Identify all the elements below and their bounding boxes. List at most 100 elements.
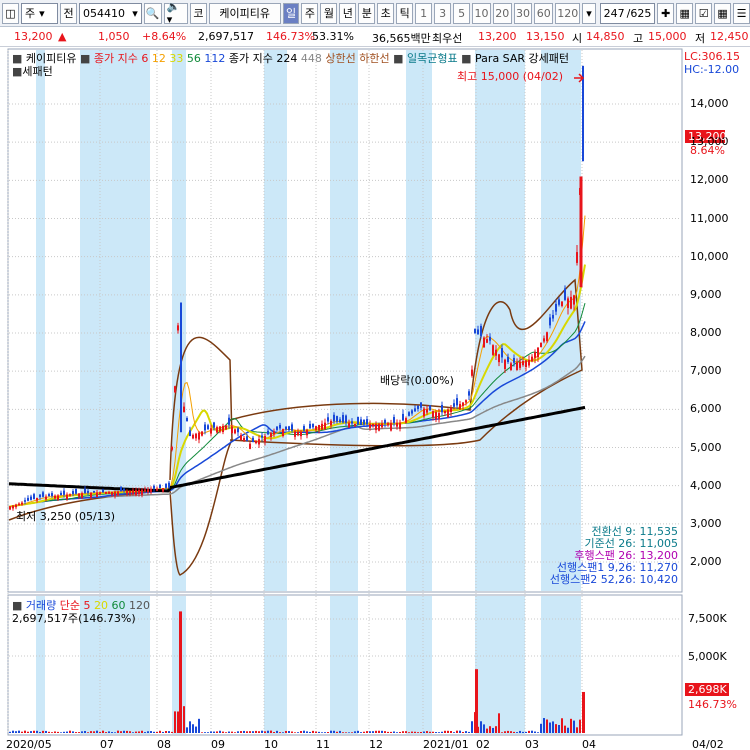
period-year[interactable]: 년 [339, 2, 357, 24]
pattern-band [330, 596, 358, 734]
volume-bar [219, 730, 221, 733]
volume-bar [396, 732, 398, 733]
grid-icon[interactable]: ▦ [714, 2, 732, 24]
price-tick: 11,000 [690, 211, 729, 225]
candle-body [576, 252, 578, 263]
interval-20[interactable]: 20 [492, 2, 512, 24]
candle-body [360, 419, 362, 425]
volume-bar [78, 732, 80, 733]
volume-bar [39, 731, 41, 733]
speaker-icon[interactable]: 🔈▾ [163, 0, 188, 26]
candle-body [228, 417, 230, 425]
volume-bar [516, 732, 518, 733]
interval-3[interactable]: 3 [434, 2, 452, 24]
period-second[interactable]: 초 [377, 2, 395, 24]
interval-10[interactable]: 10 [472, 2, 491, 24]
x-label-2021-01: 2021/01 [423, 738, 469, 750]
candle-body [543, 338, 545, 342]
candle-body [531, 356, 533, 362]
interval-30[interactable]: 30 [513, 2, 533, 24]
legend-marker-icon: ■ [80, 52, 91, 65]
crosshair-icon[interactable]: ✚ [657, 2, 675, 24]
interval-dropdown-icon[interactable]: ▾ [582, 2, 596, 24]
candle-body [483, 337, 485, 348]
candle-body [306, 429, 308, 436]
candle-body [210, 428, 212, 434]
volume-bar [150, 731, 152, 733]
candle-body [87, 490, 89, 493]
period-tick[interactable]: 틱 [396, 2, 414, 24]
candle-body [171, 447, 173, 450]
code-input[interactable]: 054410 ▾ [79, 2, 142, 24]
pattern-band [541, 596, 581, 734]
candle-body [63, 490, 65, 495]
volume-bar [66, 731, 68, 733]
up-arrow-icon: ▲ [58, 30, 67, 43]
price-tick: 6,000 [690, 402, 722, 416]
checkbox-icon[interactable]: ☑ [695, 2, 713, 24]
interval-60[interactable]: 60 [534, 2, 554, 24]
volume-bar [450, 730, 452, 733]
menu-icon[interactable]: ☰ [733, 2, 750, 24]
volume-bar [510, 731, 512, 733]
change-value: 1,050 [98, 30, 130, 43]
volume-bar [81, 731, 83, 733]
candle-body [231, 426, 233, 434]
candle-body [330, 420, 332, 426]
candle-body [381, 423, 383, 428]
market-select[interactable]: 주 ▾ [20, 2, 59, 24]
period-minute[interactable]: 분 [358, 2, 376, 24]
candle-body [357, 416, 359, 425]
volume-bar [195, 726, 197, 733]
volume-bar [444, 730, 446, 733]
volume-bar [447, 730, 449, 733]
quote-bar: 13,200 ▲ 1,050 +8.64% 2,697,517 146.73% … [0, 27, 750, 47]
volume-bar [228, 731, 230, 733]
candle-body [552, 314, 554, 319]
code-type-button[interactable]: 코 [189, 2, 207, 24]
page-count-input[interactable]: 247 /625 [599, 2, 656, 24]
volume-bar [201, 732, 203, 733]
candle-body [309, 423, 311, 429]
legend-ma448: 448 [300, 52, 322, 65]
candle-body [489, 336, 491, 341]
high-label: 고 [633, 32, 644, 45]
volume-bar [336, 731, 338, 733]
period-day[interactable]: 일 [282, 2, 300, 24]
best-label: 최우선 [432, 32, 463, 45]
period-week[interactable]: 주 [301, 2, 319, 24]
price-tick: 7,000 [690, 364, 722, 378]
candle-body [480, 325, 482, 337]
volume-bar [351, 732, 353, 733]
candle-body [57, 495, 59, 500]
code-value: 054410 [83, 6, 126, 20]
interval-5[interactable]: 5 [453, 2, 471, 24]
search-icon[interactable]: 🔍 [143, 2, 162, 24]
change-pct: +8.64% [142, 30, 187, 43]
best-bid: 13,150 [526, 30, 565, 43]
candle-body [189, 430, 191, 437]
candle-body [240, 435, 242, 441]
volume-bar [381, 730, 383, 733]
volume-bar [441, 731, 443, 733]
prefix-button[interactable]: 전 [60, 2, 78, 24]
volume-bar [177, 711, 179, 733]
open-value: 14,850 [586, 30, 625, 43]
volume-bar [132, 732, 134, 733]
period-month[interactable]: 월 [320, 2, 338, 24]
volume-bar [63, 731, 65, 733]
chart-type-icon[interactable]: ◫ [2, 2, 19, 24]
candle-body [186, 417, 188, 422]
candle-body [462, 402, 464, 406]
interval-1[interactable]: 1 [415, 2, 433, 24]
price-chart[interactable] [0, 47, 750, 750]
layout-icon[interactable]: ▦ [676, 2, 694, 24]
volume-bar [339, 730, 341, 733]
interval-120[interactable]: 120 [555, 2, 581, 24]
volume-bar [279, 732, 281, 733]
candle-body [570, 296, 572, 309]
candle-body [567, 298, 569, 308]
volume-bar [525, 731, 527, 733]
x-label-10: 10 [264, 738, 278, 750]
candle-body [276, 426, 278, 430]
